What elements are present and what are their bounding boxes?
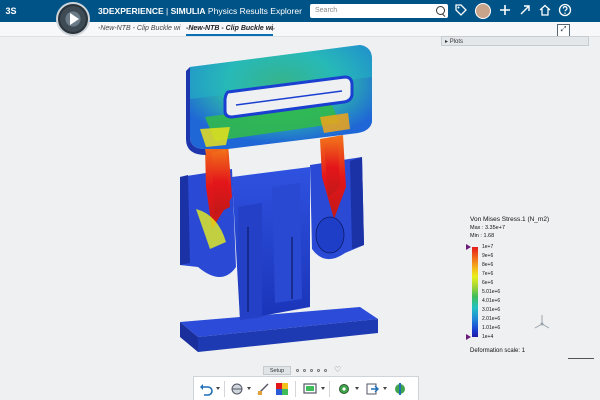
- section-switcher: Setup ♡: [263, 365, 343, 375]
- result-legend: Von Mises Stress.1 (N_m2) Max : 3.35e+7 …: [466, 216, 580, 340]
- buckle-upper-frame: [186, 45, 372, 155]
- display-icon[interactable]: [302, 381, 318, 397]
- legend-tick: 5.01e+6: [482, 289, 501, 295]
- divider: [295, 381, 296, 397]
- legend-title: Von Mises Stress.1 (N_m2): [470, 216, 550, 223]
- share-icon[interactable]: [517, 3, 533, 19]
- buckle-left-wing: [180, 143, 236, 277]
- search-icon[interactable]: [436, 6, 445, 15]
- undo-icon[interactable]: [198, 381, 214, 397]
- plus-icon[interactable]: [497, 3, 513, 19]
- tab-clip-buckle-1[interactable]: -New-NTB - Clip Buckle wi: [98, 22, 180, 36]
- chevron-down-icon[interactable]: [321, 387, 325, 390]
- chevron-down-icon[interactable]: [247, 387, 251, 390]
- chevron-down-icon[interactable]: [216, 387, 220, 390]
- page-dot[interactable]: [303, 369, 306, 372]
- chevron-down-icon[interactable]: [355, 387, 359, 390]
- search-placeholder: Search: [315, 7, 338, 14]
- tab-label: -New-NTB - Clip Buckle wi: [98, 25, 181, 32]
- legend-upper-marker-icon[interactable]: [466, 244, 471, 250]
- app-title: 3DEXPERIENCE | SIMULIA Physics Results E…: [98, 0, 302, 22]
- help-icon[interactable]: [557, 3, 573, 19]
- results-plot-icon[interactable]: [274, 381, 290, 397]
- title-separator: |: [163, 6, 171, 16]
- legend-tick: 1e+4: [482, 334, 494, 340]
- page-dot[interactable]: [296, 369, 299, 372]
- axis-triad-icon[interactable]: [532, 312, 552, 332]
- divider: [329, 381, 330, 397]
- legend-min: Min : 1.68: [470, 233, 495, 239]
- measure-icon[interactable]: [255, 381, 271, 397]
- search-input[interactable]: Search: [310, 4, 448, 18]
- legend-lower-marker-icon[interactable]: [466, 334, 471, 340]
- view-mode-icon[interactable]: [229, 381, 245, 397]
- 3d-viewport[interactable]: [0, 37, 600, 367]
- title-brand: 3DEXPERIENCE: [98, 6, 164, 16]
- legend-tick: 2.01e+6: [482, 316, 501, 322]
- deformation-scale: Deformation scale: 1: [470, 348, 526, 354]
- action-toolbar: [193, 376, 419, 400]
- favorite-icon[interactable]: ♡: [334, 365, 341, 374]
- legend-max: Max : 3.35e+7: [470, 225, 506, 231]
- buckle-base: [180, 307, 378, 352]
- legend-tick: 7e+6: [482, 271, 494, 277]
- tag-icon[interactable]: [453, 3, 469, 19]
- tab-clip-buckle-2[interactable]: -New-NTB - Clip Buckle wi: [186, 22, 274, 36]
- panel-handle[interactable]: [568, 354, 594, 359]
- ds-logo-text: 3S: [5, 6, 17, 16]
- legend-tick: 1e+7: [482, 244, 494, 250]
- add-tab-icon[interactable]: +: [270, 22, 275, 36]
- divider: [224, 381, 225, 397]
- gear-icon[interactable]: [336, 381, 352, 397]
- home-icon[interactable]: [537, 3, 553, 19]
- title-rest: Physics Results Explorer: [205, 6, 302, 16]
- legend-tick: 6e+6: [482, 280, 494, 286]
- legend-tick: 8e+6: [482, 262, 494, 268]
- export-icon[interactable]: [364, 381, 380, 397]
- tab-bar: -New-NTB - Clip Buckle wi -New-NTB - Cli…: [0, 22, 600, 37]
- legend-tick: 4.01e+6: [482, 298, 501, 304]
- page-dot[interactable]: [324, 369, 327, 372]
- tab-label: -New-NTB - Clip Buckle wi: [186, 25, 274, 32]
- avatar[interactable]: [475, 3, 491, 19]
- legend-tick: 1.01e+6: [482, 325, 501, 331]
- play-icon: [70, 13, 79, 25]
- legend-color-bar: [472, 247, 478, 337]
- sensor-icon[interactable]: [392, 381, 408, 397]
- legend-tick: 3.01e+6: [482, 307, 501, 313]
- title-app: SIMULIA: [170, 6, 206, 16]
- buckle-stem: [232, 167, 310, 320]
- setup-tab[interactable]: Setup: [263, 366, 291, 375]
- chevron-down-icon[interactable]: [383, 387, 387, 390]
- legend-tick: 9e+6: [482, 253, 494, 259]
- compass-widget[interactable]: [56, 2, 90, 36]
- top-bar: 3S 3DEXPERIENCE | SIMULIA Physics Result…: [0, 0, 600, 22]
- ds-logo-icon[interactable]: 3S: [0, 0, 22, 22]
- page-dot[interactable]: [310, 369, 313, 372]
- page-dot[interactable]: [317, 369, 320, 372]
